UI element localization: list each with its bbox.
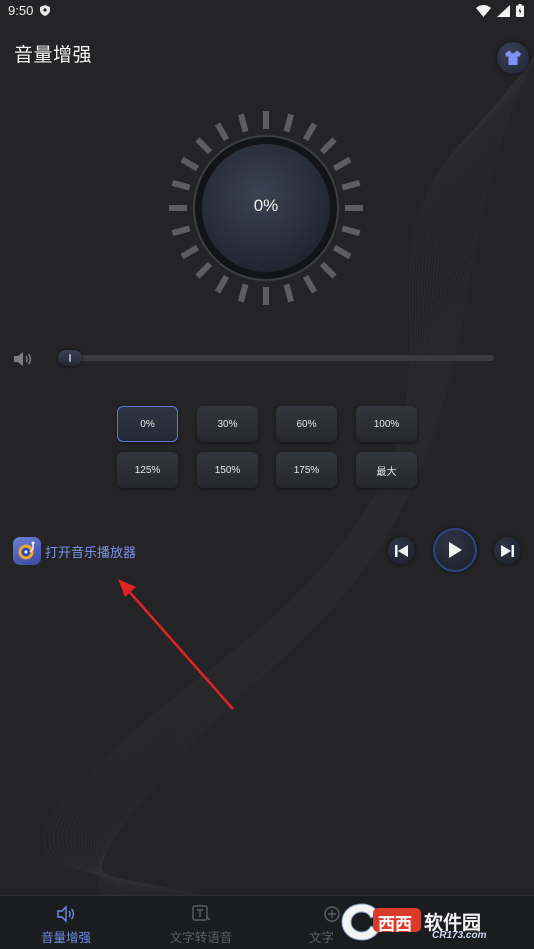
speaker-icon <box>57 905 75 923</box>
dial-tick <box>214 122 230 142</box>
tab-volume-boost[interactable]: 音量增强 <box>6 896 126 949</box>
dial-tick <box>237 283 249 303</box>
dial-tick <box>180 244 200 260</box>
preset-button-30[interactable]: 30% <box>197 406 258 442</box>
play-icon <box>449 542 462 558</box>
tshirt-icon <box>505 51 521 65</box>
preset-button-125[interactable]: 125% <box>117 452 178 488</box>
dial-tick <box>319 137 337 155</box>
dial-tick <box>332 156 352 172</box>
volume-slider-thumb[interactable] <box>58 350 82 366</box>
previous-track-button[interactable] <box>388 537 415 564</box>
page-title: 音量增强 <box>14 45 93 66</box>
status-time: 9:50 <box>8 3 34 18</box>
skip-next-icon <box>501 544 514 557</box>
dial-tick <box>195 261 213 279</box>
dial-tick <box>341 179 361 191</box>
preset-button-0[interactable]: 0% <box>117 406 178 442</box>
shield-icon <box>40 5 50 16</box>
plus-circle-icon <box>324 906 340 922</box>
dial-tick <box>341 225 361 237</box>
battery-icon <box>516 4 524 17</box>
dial-tick <box>195 137 213 155</box>
open-music-player-link[interactable]: 打开音乐播放器 <box>45 542 136 561</box>
skip-previous-icon <box>395 544 408 557</box>
next-track-button[interactable] <box>494 537 521 564</box>
play-button[interactable] <box>433 528 477 572</box>
preset-button-max[interactable]: 最大 <box>356 452 417 488</box>
tab-text-to-speech[interactable]: 文字转语音 <box>141 896 261 949</box>
dial-tick <box>171 225 191 237</box>
dial-tick <box>302 122 318 142</box>
theme-button[interactable] <box>497 42 529 74</box>
dial-tick <box>302 274 318 294</box>
annotation-arrow <box>118 579 234 710</box>
dial-percent-label: 0% <box>253 196 279 215</box>
preset-button-175[interactable]: 175% <box>276 452 337 488</box>
watermark-logo: 西西 软件园 CR173.com <box>340 898 530 946</box>
dial-tick <box>171 179 191 191</box>
volume-slider-track[interactable] <box>66 355 494 361</box>
watermark-brand: 西西 <box>378 915 412 934</box>
dial-tick <box>283 113 295 133</box>
wifi-icon <box>476 4 491 17</box>
dial-tick <box>214 274 230 294</box>
dial-tick <box>319 261 337 279</box>
open-music-player-icon-button[interactable] <box>13 537 41 565</box>
dial-tick <box>332 244 352 260</box>
signal-icon <box>497 4 510 17</box>
text-to-speech-icon <box>192 905 211 921</box>
speaker-icon <box>14 352 32 366</box>
tab-label: 音量增强 <box>40 931 91 945</box>
record-player-icon <box>18 541 35 560</box>
dial-tick <box>180 156 200 172</box>
status-bar: 9:50 <box>0 0 534 22</box>
preset-button-150[interactable]: 150% <box>197 452 258 488</box>
tab-label: 文字转语音 <box>169 931 233 945</box>
dial-tick <box>237 113 249 133</box>
status-icons <box>476 4 524 17</box>
dial-tick <box>283 283 295 303</box>
preset-button-100[interactable]: 100% <box>356 406 417 442</box>
watermark-domain: CR173.com <box>432 930 487 941</box>
preset-button-60[interactable]: 60% <box>276 406 337 442</box>
